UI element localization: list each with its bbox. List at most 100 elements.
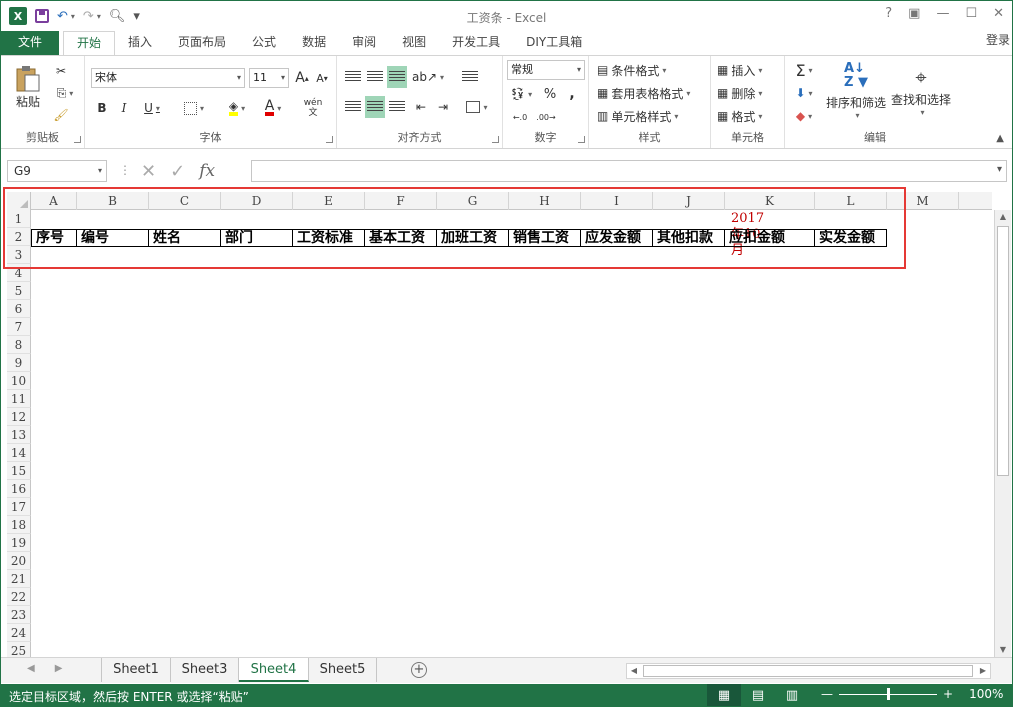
column-header-e[interactable]: E [293,192,365,210]
accounting-format-button[interactable]: 💱︎ ▾ [507,84,535,104]
copy-button[interactable]: ⎘ ▾ [51,84,79,102]
row-header[interactable]: 10 [7,372,31,390]
row-header[interactable]: 23 [7,606,31,624]
header-cell[interactable]: 部门 [221,229,293,247]
page-layout-view-icon[interactable]: ▤ [741,684,775,706]
underline-button[interactable]: U ▾ [137,98,167,118]
font-dialog-launcher-icon[interactable] [326,136,333,143]
zoom-out-icon[interactable]: — [821,687,833,701]
row-header[interactable]: 22 [7,588,31,606]
tab-data[interactable]: 数据 [289,31,339,55]
maximize-icon[interactable]: ☐ [965,6,977,21]
tab-view[interactable]: 视图 [389,31,439,55]
row-header[interactable]: 25 [7,642,31,657]
conditional-formatting-button[interactable]: ▤ 条件格式 ▾ [597,60,666,80]
insert-function-icon[interactable]: fx [199,161,215,181]
format-painter-button[interactable]: 🖌︎ [51,106,71,124]
header-cell[interactable]: 编号 [77,229,149,247]
previous-sheet-icon[interactable]: ◀ [27,663,35,674]
alignment-dialog-launcher-icon[interactable] [492,136,499,143]
font-name-combo[interactable]: 宋体 ▾ [91,68,245,88]
column-header-k[interactable]: K [725,192,815,210]
cut-button[interactable]: ✂ [51,62,71,80]
column-header-a[interactable]: A [31,192,77,210]
normal-view-icon[interactable]: ▦ [707,684,741,706]
format-as-table-button[interactable]: ▦ 套用表格格式 ▾ [597,83,690,103]
sheet-tab-sheet3[interactable]: Sheet3 [171,658,239,682]
name-box[interactable]: G9 ▾ [7,160,107,182]
fill-color-button[interactable]: ◈ ▾ [221,98,253,118]
column-header-g[interactable]: G [437,192,509,210]
decrease-decimal-button[interactable]: .00→ [535,108,557,126]
column-header-m[interactable]: M [887,192,959,210]
horizontal-scrollbar[interactable]: ◀ ▶ [626,663,991,679]
tab-file[interactable]: 文件 [1,31,59,55]
tab-diy-toolbox[interactable]: DIY工具箱 [513,31,595,55]
enter-icon[interactable]: ✓ [170,161,185,182]
column-header-j[interactable]: J [653,192,725,210]
row-header[interactable]: 5 [7,282,31,300]
find-select-button[interactable]: ⌖ 查找和选择 ▾ [889,60,953,122]
header-cell[interactable]: 姓名 [149,229,221,247]
column-header-c[interactable]: C [149,192,221,210]
row-header[interactable]: 13 [7,426,31,444]
tab-page-layout[interactable]: 页面布局 [165,31,239,55]
number-format-combo[interactable]: 常规 ▾ [507,60,585,80]
zoom-in-icon[interactable]: + [943,687,953,701]
cell-styles-button[interactable]: ▥ 单元格样式 ▾ [597,106,678,126]
header-cell[interactable]: 序号 [31,229,77,247]
scroll-up-icon[interactable]: ▲ [995,210,1011,224]
autosum-button[interactable]: Σ ▾ [789,60,819,80]
clipboard-dialog-launcher-icon[interactable] [74,136,81,143]
percent-style-button[interactable]: % [541,84,559,104]
header-cell[interactable]: 基本工资 [365,229,437,247]
row-header[interactable]: 1 [7,210,31,228]
italic-button[interactable]: I [115,98,133,118]
decrease-indent-button[interactable]: ⇤ [411,96,431,118]
header-cell[interactable]: 实发金额 [815,229,887,247]
format-cells-button[interactable]: ▦ 格式 ▾ [717,106,762,126]
tab-formulas[interactable]: 公式 [239,31,289,55]
column-header-b[interactable]: B [77,192,149,210]
wrap-text-button[interactable] [459,66,481,88]
bottom-align-button[interactable] [387,66,407,88]
sort-filter-button[interactable]: A↓ Z ▼ 排序和筛选 ▾ [825,60,887,122]
fill-button[interactable]: ⬇ ▾ [789,83,819,103]
increase-indent-button[interactable]: ⇥ [433,96,453,118]
shrink-font-button[interactable]: A ▾ [313,68,331,88]
help-icon[interactable]: ? [885,6,892,21]
increase-decimal-button[interactable]: ←.0 [509,108,531,126]
row-header[interactable]: 24 [7,624,31,642]
tab-review[interactable]: 审阅 [339,31,389,55]
minimize-icon[interactable]: — [936,6,949,21]
formula-input[interactable]: ▾ [251,160,1007,182]
sheet-tab-sheet5[interactable]: Sheet5 [309,658,377,682]
align-left-button[interactable] [343,96,363,118]
row-header[interactable]: 7 [7,318,31,336]
insert-cells-button[interactable]: ▦ 插入 ▾ [717,60,762,80]
tab-home[interactable]: 开始 [63,31,116,55]
column-header-d[interactable]: D [221,192,293,210]
header-cell[interactable]: 应发金额 [581,229,653,247]
page-break-preview-icon[interactable]: ▥ [775,684,809,706]
middle-align-button[interactable] [365,66,385,88]
delete-cells-button[interactable]: ▦ 删除 ▾ [717,83,762,103]
row-header[interactable]: 11 [7,390,31,408]
collapse-ribbon-icon[interactable]: ▲ [996,133,1004,144]
sheet-tab-sheet1[interactable]: Sheet1 [101,658,171,682]
header-cell[interactable]: 加班工资 [437,229,509,247]
scroll-left-icon[interactable]: ◀ [627,664,641,678]
ribbon-display-options-icon[interactable]: ▣ [908,6,920,21]
row-header[interactable]: 12 [7,408,31,426]
scroll-right-icon[interactable]: ▶ [976,664,990,678]
cancel-icon[interactable]: ✕ [141,161,156,182]
align-center-button[interactable] [365,96,385,118]
horizontal-scroll-thumb[interactable] [643,665,973,677]
zoom-slider-knob[interactable] [887,687,890,700]
column-header-i[interactable]: I [581,192,653,210]
row-header[interactable]: 3 [7,246,31,264]
row-header[interactable]: 17 [7,498,31,516]
header-cell[interactable]: 其他扣款 [653,229,725,247]
scroll-down-icon[interactable]: ▼ [995,643,1011,657]
row-header[interactable]: 8 [7,336,31,354]
